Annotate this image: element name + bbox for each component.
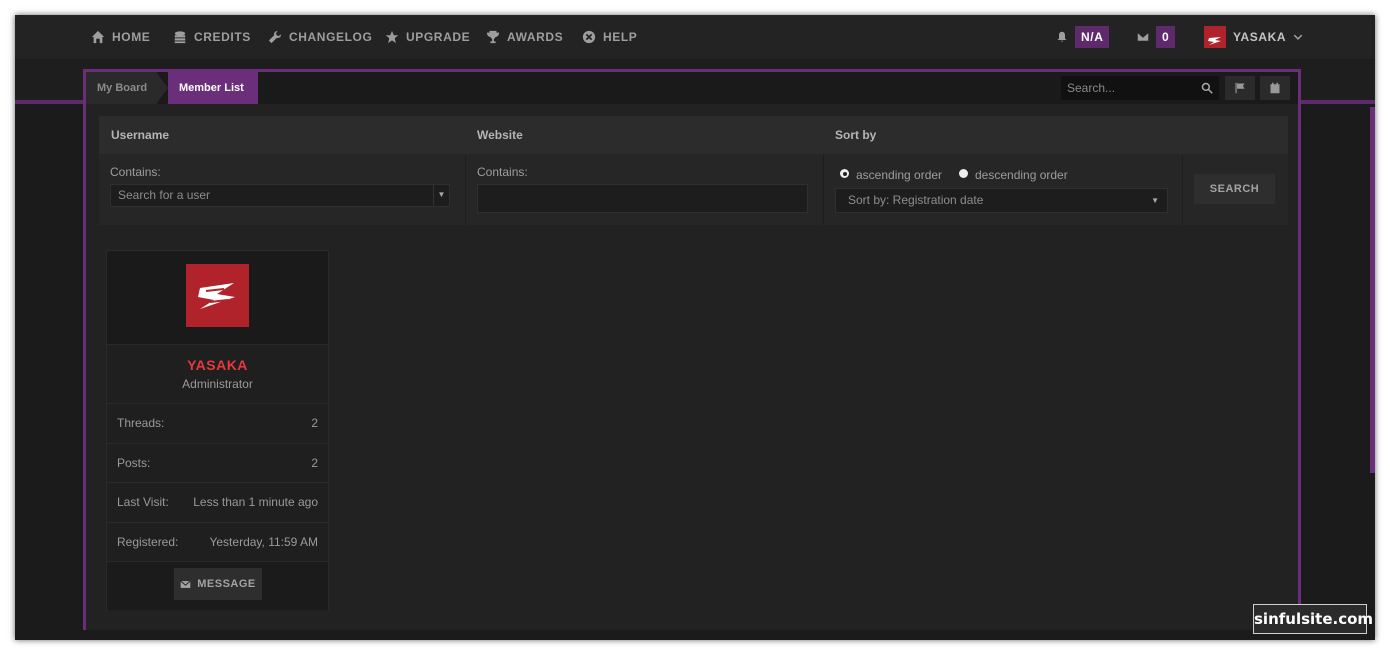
calendar-icon xyxy=(1270,82,1280,94)
username-label: YASAKA xyxy=(1233,30,1287,44)
stat-last-visit-value: Less than 1 minute ago xyxy=(193,495,318,509)
username-search-input[interactable]: Search for a user ▼ xyxy=(110,184,450,207)
nav-changelog-label: CHANGELOG xyxy=(289,30,373,44)
breadcrumb: My Board Member List Search... xyxy=(86,72,1298,104)
trophy-icon xyxy=(486,30,500,44)
top-navbar: HOME CREDITS CHANGELOG UPGRADE AWARDS HE… xyxy=(15,15,1375,59)
breadcrumb-current: Member List xyxy=(168,72,258,104)
filter-header-row: Username Website Sort by xyxy=(99,116,1288,154)
member-card: YASAKA Administrator Threads: 2 Posts: 2… xyxy=(106,250,329,610)
descending-label: descending order xyxy=(975,168,1068,182)
flag-icon xyxy=(1235,82,1245,94)
nav-credits-label: CREDITS xyxy=(194,30,251,44)
nav-changelog[interactable]: CHANGELOG xyxy=(268,15,372,59)
column-divider xyxy=(823,154,824,225)
nav-help[interactable]: HELP xyxy=(582,15,637,59)
notifications-button[interactable]: N/A xyxy=(1056,15,1110,59)
sort-select-value: Sort by: Registration date xyxy=(848,193,984,207)
envelope-icon xyxy=(1137,33,1149,41)
nav-home-label: HOME xyxy=(112,30,151,44)
member-role: Administrator xyxy=(182,377,253,391)
member-card-header xyxy=(107,251,328,345)
flag-button[interactable] xyxy=(1225,76,1255,100)
sortby-column-header: Sort by xyxy=(835,128,877,142)
user-menu[interactable]: YASAKA xyxy=(1204,15,1303,59)
stat-threads-row: Threads: 2 xyxy=(107,403,328,443)
member-card-footer: MESSAGE xyxy=(107,561,328,610)
nav-awards[interactable]: AWARDS xyxy=(486,15,563,59)
nav-help-label: HELP xyxy=(603,30,638,44)
nav-upgrade-label: UPGRADE xyxy=(406,30,471,44)
descending-radio[interactable] xyxy=(959,169,968,178)
caret-down-icon: ▼ xyxy=(1151,196,1159,205)
header-search-input[interactable]: Search... xyxy=(1061,76,1219,100)
stat-last-visit-row: Last Visit: Less than 1 minute ago xyxy=(107,482,328,522)
member-avatar[interactable] xyxy=(186,264,249,327)
help-icon xyxy=(582,30,596,44)
stat-threads-value: 2 xyxy=(311,416,318,430)
member-name[interactable]: YASAKA xyxy=(107,357,328,373)
watermark-text: sinfulsite.com xyxy=(1253,604,1373,634)
website-search-input[interactable] xyxy=(477,184,808,213)
breadcrumb-separator xyxy=(156,72,168,104)
sort-select[interactable]: Sort by: Registration date ▼ xyxy=(835,188,1168,213)
messages-badge: 0 xyxy=(1156,26,1176,48)
star-icon xyxy=(385,30,399,44)
message-button[interactable]: MESSAGE xyxy=(174,568,262,600)
browser-frame: HOME CREDITS CHANGELOG UPGRADE AWARDS HE… xyxy=(15,15,1375,640)
stat-registered-label: Registered: xyxy=(117,535,179,549)
stat-posts-row: Posts: 2 xyxy=(107,443,328,483)
stat-posts-label: Posts: xyxy=(117,456,151,470)
content-panel: My Board Member List Search... Username … xyxy=(83,69,1301,630)
stat-registered-row: Registered: Yesterday, 11:59 AM xyxy=(107,522,328,562)
nav-upgrade[interactable]: UPGRADE xyxy=(385,15,470,59)
header-search-placeholder: Search... xyxy=(1067,81,1116,95)
sinful-logo-icon xyxy=(198,283,235,309)
wrench-icon xyxy=(268,30,282,44)
ascending-radio[interactable] xyxy=(840,169,849,178)
chevron-down-icon xyxy=(1293,34,1303,40)
messages-button[interactable]: 0 xyxy=(1137,15,1176,59)
scrollbar[interactable] xyxy=(1370,107,1375,473)
stat-last-visit-label: Last Visit: xyxy=(117,495,169,509)
message-button-label: MESSAGE xyxy=(197,578,256,590)
bell-icon xyxy=(1057,31,1067,42)
nav-credits[interactable]: CREDITS xyxy=(173,15,251,59)
website-column-header: Website xyxy=(477,128,523,142)
stat-registered-value: Yesterday, 11:59 AM xyxy=(209,535,318,549)
envelope-icon xyxy=(180,580,191,588)
search-icon[interactable] xyxy=(1201,82,1213,94)
username-search-placeholder: Search for a user xyxy=(118,188,211,202)
column-divider xyxy=(1182,154,1183,225)
stat-posts-value: 2 xyxy=(311,456,318,470)
search-button[interactable]: SEARCH xyxy=(1194,174,1275,204)
home-icon xyxy=(91,30,105,44)
calendar-button[interactable] xyxy=(1260,76,1290,100)
coins-icon xyxy=(174,31,186,44)
stat-threads-label: Threads: xyxy=(117,416,165,430)
username-contains-label: Contains: xyxy=(110,165,161,179)
notifications-badge: N/A xyxy=(1075,26,1110,48)
sinful-logo-icon xyxy=(1208,37,1221,45)
user-avatar xyxy=(1204,26,1226,48)
website-contains-label: Contains: xyxy=(477,165,528,179)
username-column-header: Username xyxy=(111,128,170,142)
breadcrumb-home[interactable]: My Board xyxy=(86,72,158,104)
column-divider xyxy=(465,154,466,225)
caret-down-icon[interactable]: ▼ xyxy=(433,185,449,206)
nav-home[interactable]: HOME xyxy=(91,15,150,59)
nav-awards-label: AWARDS xyxy=(507,30,564,44)
member-filter-table: Username Website Sort by Contains: Searc… xyxy=(99,116,1288,225)
ascending-label: ascending order xyxy=(856,168,943,182)
